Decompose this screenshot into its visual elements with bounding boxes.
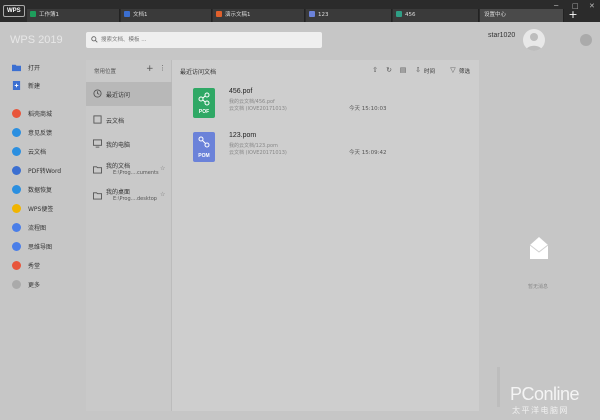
new-tab-button[interactable]: +: [567, 9, 579, 22]
search-input[interactable]: [101, 34, 316, 46]
username[interactable]: star1020: [488, 32, 515, 39]
clock-icon: [93, 89, 102, 98]
refresh-icon[interactable]: ↻: [385, 66, 393, 74]
folder-icon: [12, 64, 21, 72]
pin-icon[interactable]: ☆: [160, 191, 165, 198]
document-folder-icon: [93, 166, 102, 174]
flowchart-icon: [12, 223, 21, 232]
sidebar-item-cloud[interactable]: 云文档: [12, 146, 82, 158]
file-owner: 云文档 (IOVE20171013): [229, 106, 287, 112]
sort-icon[interactable]: ⇩: [414, 66, 422, 74]
nav-item-my-documents[interactable]: 我的文档 E:\Prog....cuments ☆: [86, 158, 172, 182]
nav-item-my-computer[interactable]: 我的电脑: [86, 132, 172, 156]
pof-file-icon: [396, 11, 402, 17]
cloud-icon: [12, 147, 21, 156]
sidebar-item-more[interactable]: 更多: [12, 279, 82, 291]
avatar[interactable]: [523, 29, 545, 51]
show-icon: [12, 261, 21, 270]
filter-button[interactable]: 筛选: [459, 67, 470, 75]
content-title: 最近访问文档: [180, 69, 217, 76]
tab-presentation[interactable]: 演示文稿1: [213, 9, 305, 22]
location-nav: 常用位置 + ⋮ 最近访问 云文档 我的电脑 我的文档 E:\Prog....c…: [86, 60, 172, 411]
sidebar-item-feedback[interactable]: 意见反馈: [12, 127, 82, 139]
sidebar-item-shop[interactable]: 稻壳商城: [12, 108, 82, 120]
scrollbar[interactable]: [494, 367, 504, 407]
nav-item-my-desktop[interactable]: 我的桌面 E:\Prog....desktop ☆: [86, 184, 172, 208]
file-item[interactable]: POM 123.pom 我的云文档/123.pom 云文档 (IOVE20171…: [193, 132, 473, 172]
pin-icon[interactable]: ☆: [160, 165, 165, 172]
pom-file-icon: POM: [193, 132, 215, 162]
cloud-doc-icon: [93, 115, 102, 124]
search-bar[interactable]: [86, 32, 322, 48]
watermark-logo: PConline: [510, 384, 580, 404]
watermark-subtitle: 太平洋电脑网: [512, 406, 569, 415]
sidebar-item-data-recovery[interactable]: 数据恢复: [12, 184, 82, 196]
search-icon: [91, 36, 98, 43]
view-toggle-icon[interactable]: ▤: [399, 66, 407, 74]
file-owner: 云文档 (IOVE20171013): [229, 150, 287, 156]
tab-123[interactable]: 123: [306, 9, 392, 22]
pdf-icon: [12, 166, 21, 175]
new-file-icon: [12, 81, 21, 90]
nav-item-recent[interactable]: 最近访问: [86, 82, 172, 106]
more-icon: [12, 280, 21, 289]
nav-more-button[interactable]: ⋮: [159, 64, 166, 72]
recent-documents: 最近访问文档 ⇧ ↻ ▤ ⇩ 时间 ▽ 筛选 POF 456.pof 我的云文档…: [173, 60, 479, 411]
sidebar-item-show[interactable]: 秀堂: [12, 260, 82, 272]
main-area: WPS 2019 star1020 打开 新建 稻壳商城 意见反馈: [0, 22, 600, 420]
nav-item-cloud-doc[interactable]: 云文档: [86, 108, 172, 132]
sidebar-item-notes[interactable]: WPS便签: [12, 203, 82, 215]
file-item[interactable]: POF 456.pof 我的云文档/456.pof 云文档 (IOVE20171…: [193, 88, 473, 128]
spreadsheet-icon: [30, 11, 36, 17]
document-icon: [124, 11, 130, 17]
nav-title: 常用位置: [94, 69, 117, 75]
file-time: 今天 15:10:03: [349, 106, 387, 112]
filter-icon[interactable]: ▽: [449, 66, 457, 74]
sidebar-item-mindmap[interactable]: 思维导图: [12, 241, 82, 253]
add-location-button[interactable]: +: [146, 64, 154, 74]
app-name: WPS 2019: [10, 34, 63, 46]
desktop-folder-icon: [93, 192, 102, 200]
shop-icon: [12, 109, 21, 118]
maximize-button[interactable]: □: [572, 2, 579, 10]
message-envelope-icon: [529, 237, 549, 259]
upload-icon[interactable]: ⇧: [371, 66, 379, 74]
mindmap-icon: [12, 242, 21, 251]
feedback-icon: [12, 128, 21, 137]
note-icon: [12, 204, 21, 213]
presentation-icon: [216, 11, 222, 17]
pom-file-icon: [309, 11, 315, 17]
document-panel: 常用位置 + ⋮ 最近访问 云文档 我的电脑 我的文档 E:\Prog....c…: [86, 60, 479, 411]
sidebar-item-open[interactable]: 打开: [12, 62, 82, 74]
sidebar-item-new[interactable]: 新建: [12, 80, 82, 92]
pof-file-icon: POF: [193, 88, 215, 118]
sidebar-item-flowchart[interactable]: 流程图: [12, 222, 82, 234]
title-bar: WPS 工作簿1 文档1 演示文稿1 123 456 设置中心 + ─ □ ✕: [0, 0, 600, 22]
file-time: 今天 15:09:42: [349, 150, 387, 156]
file-name: 456.pof: [229, 88, 253, 95]
file-path: 我的云文档/456.pof: [229, 99, 275, 105]
file-name: 123.pom: [229, 132, 257, 139]
tab-settings-center[interactable]: 设置中心: [480, 9, 564, 22]
empty-message-text: 暂无消息: [528, 284, 549, 290]
tab-document[interactable]: 文档1: [121, 9, 212, 22]
user-icon: [526, 33, 542, 51]
sort-by-time[interactable]: 时间: [424, 67, 435, 75]
tab-456[interactable]: 456: [393, 9, 479, 22]
minimize-button[interactable]: ─: [554, 2, 558, 10]
computer-icon: [93, 139, 102, 148]
wps-logo[interactable]: WPS: [3, 5, 25, 17]
sidebar-item-pdf-to-word[interactable]: PDF转Word: [12, 165, 82, 177]
close-button[interactable]: ✕: [589, 2, 595, 10]
file-path: 我的云文档/123.pom: [229, 143, 278, 149]
restore-icon: [12, 185, 21, 194]
settings-button[interactable]: [580, 34, 592, 46]
tab-workbook[interactable]: 工作簿1: [27, 9, 120, 22]
